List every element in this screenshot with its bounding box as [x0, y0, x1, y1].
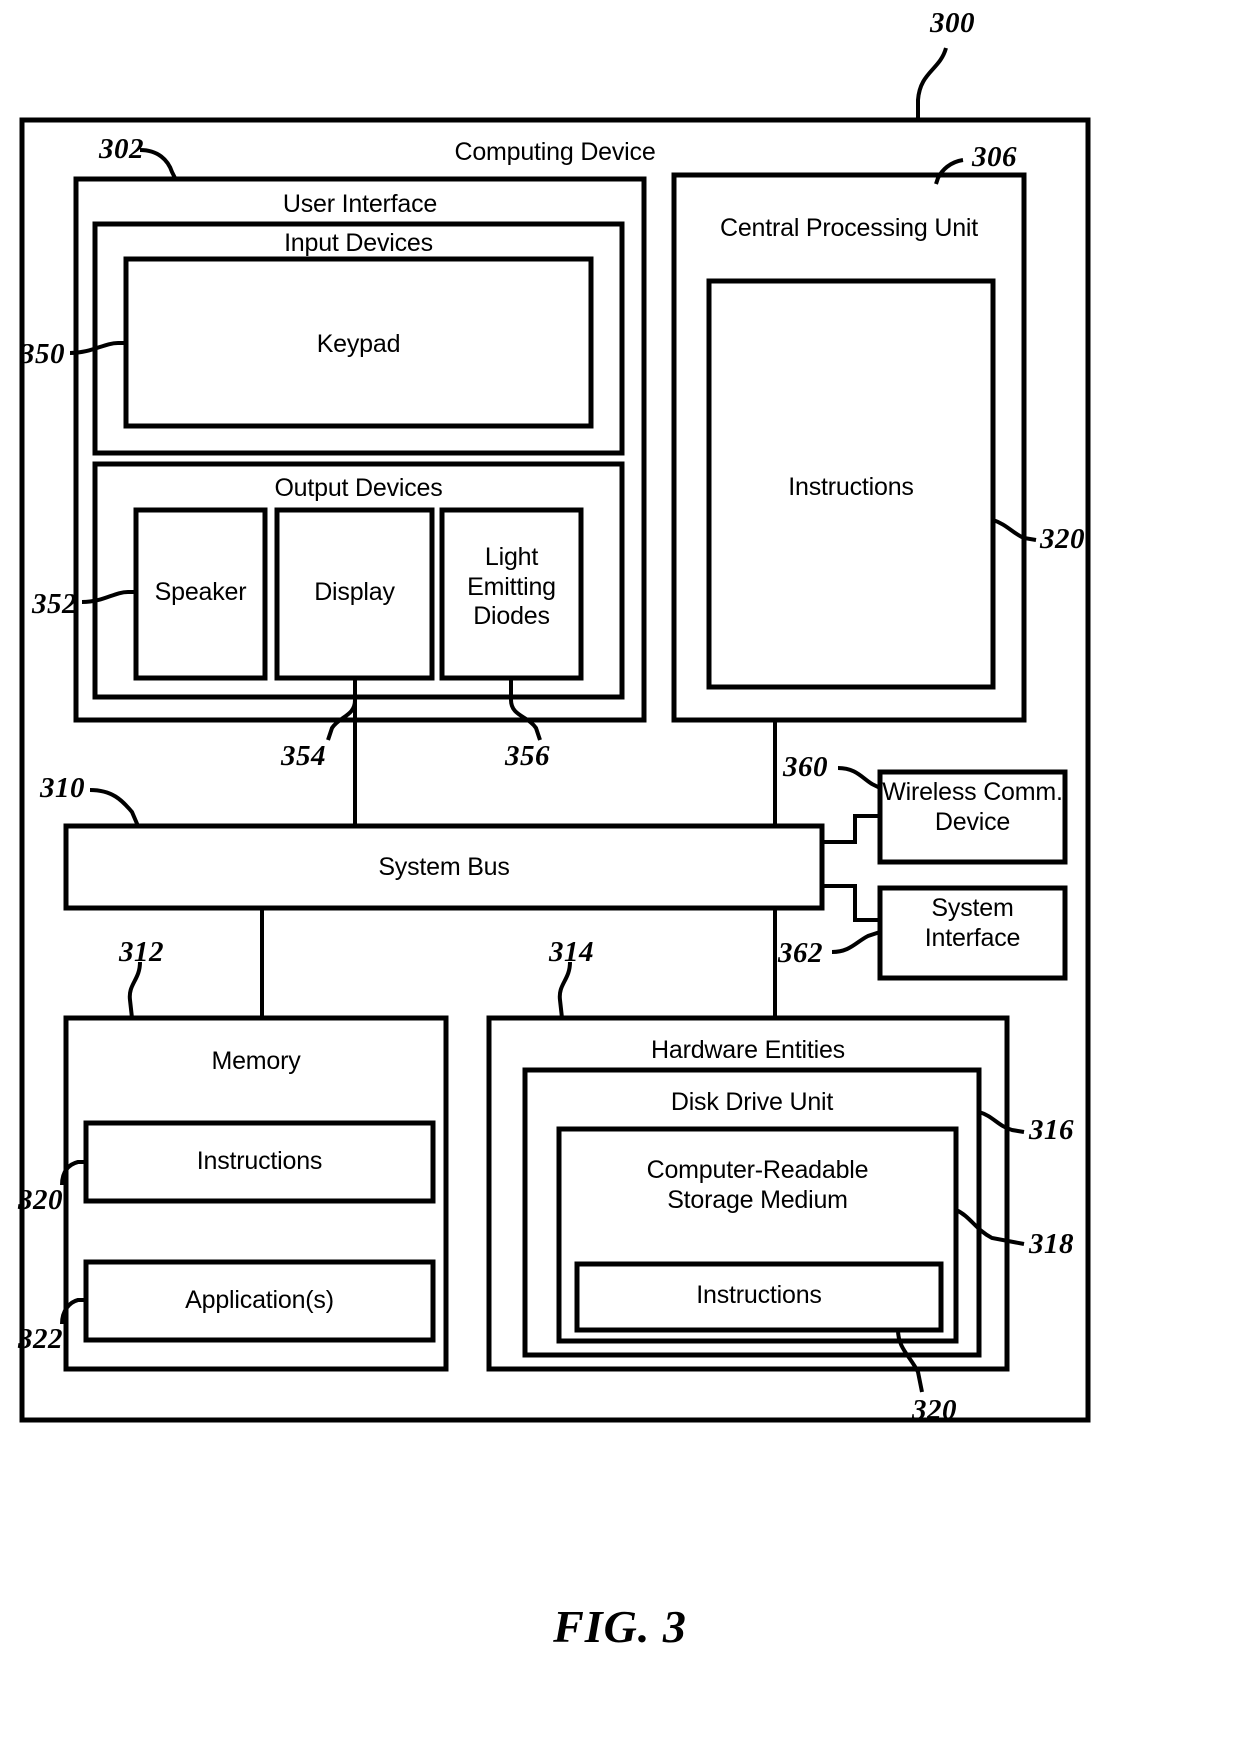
cpu-instructions-label: Instructions: [788, 473, 914, 501]
reference-310: 310: [40, 772, 85, 804]
reference-320-storage: 320: [912, 1394, 957, 1426]
wireless-comm-device-label: Wireless Comm. Device: [882, 778, 1063, 836]
leader-356: [509, 678, 542, 741]
leader-352: [81, 590, 136, 604]
bus-sysif-connector: [822, 884, 880, 922]
reference-350: 350: [20, 338, 65, 370]
leader-310: [89, 788, 140, 827]
speaker-label: Speaker: [154, 578, 247, 606]
leader-300: [916, 47, 948, 120]
reference-312: 312: [119, 936, 164, 968]
hardware-entities-title: Hardware Entities: [651, 1036, 845, 1064]
system-bus-label: System Bus: [378, 853, 510, 881]
memory-title: Memory: [211, 1047, 301, 1075]
reference-360: 360: [783, 751, 828, 783]
leader-362: [831, 930, 881, 954]
leader-320-cpu: [992, 518, 1037, 542]
leader-312: [127, 961, 142, 1019]
cpu-title: Central Processing Unit: [719, 214, 978, 242]
reference-352: 352: [32, 588, 77, 620]
reference-306: 306: [972, 141, 1017, 173]
reference-320-cpu: 320: [1040, 523, 1085, 555]
leader-318: [955, 1208, 1025, 1246]
output-devices-title: Output Devices: [274, 474, 443, 502]
disk-drive-unit-title: Disk Drive Unit: [670, 1088, 834, 1116]
input-devices-title: Input Devices: [284, 229, 433, 257]
leader-314: [557, 961, 572, 1019]
figure-caption: FIG. 3: [553, 1601, 687, 1652]
reference-302: 302: [99, 133, 144, 165]
computing-device-title: Computing Device: [454, 138, 656, 166]
display-label: Display: [314, 578, 395, 606]
crsm-label: Computer-Readable Storage Medium: [646, 1156, 869, 1214]
bus-wireless-connector: [822, 814, 880, 844]
leader-354: [326, 678, 357, 741]
user-interface-title: User Interface: [282, 190, 438, 218]
leader-316: [978, 1110, 1025, 1134]
reference-362: 362: [778, 937, 823, 969]
leds-label: Light Emitting Diodes: [467, 543, 556, 630]
central-processing-unit-box: [671, 172, 1027, 723]
reference-320-memory: 320: [18, 1184, 63, 1216]
memory-instructions-label: Instructions: [196, 1147, 323, 1175]
reference-314: 314: [549, 936, 594, 968]
reference-318: 318: [1029, 1228, 1074, 1260]
reference-354: 354: [281, 740, 326, 772]
keypad-label: Keypad: [316, 330, 401, 358]
storage-instructions-label: Instructions: [696, 1281, 822, 1309]
figure-page: Computing Device User Interface Input De…: [0, 0, 1240, 1759]
reference-356: 356: [505, 740, 550, 772]
reference-300: 300: [930, 7, 975, 39]
system-interface-label: System Interface: [924, 894, 1021, 952]
leader-360: [837, 766, 881, 790]
applications-label: Application(s): [185, 1286, 334, 1314]
reference-316: 316: [1029, 1114, 1074, 1146]
reference-322: 322: [18, 1323, 63, 1355]
